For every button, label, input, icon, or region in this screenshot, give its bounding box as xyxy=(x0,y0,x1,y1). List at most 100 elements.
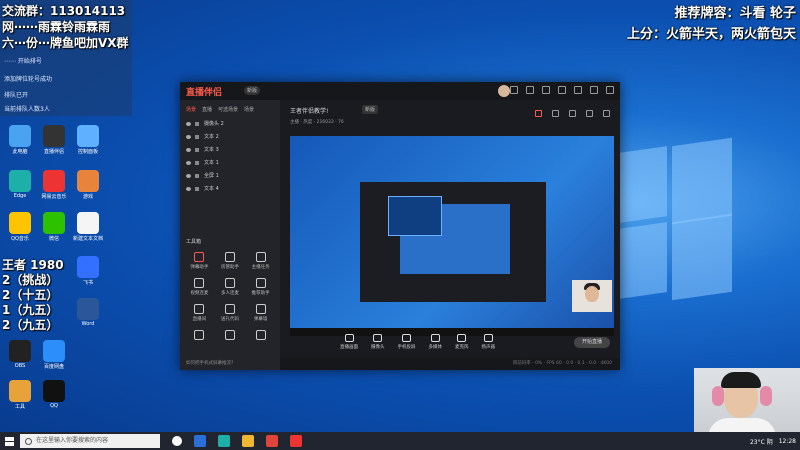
desktop-icon[interactable]: Word xyxy=(70,298,106,327)
scene-item[interactable]: 文本 2 xyxy=(180,130,280,143)
bag-icon[interactable] xyxy=(569,110,576,117)
tab-scene[interactable]: 场景 xyxy=(186,106,196,113)
cortana-icon[interactable] xyxy=(172,436,182,446)
source-control-label: 摄像头 xyxy=(371,345,385,350)
desktop-icon[interactable]: 此电脑 xyxy=(2,125,38,155)
tool-button[interactable]: 房管助手 xyxy=(215,252,246,270)
eye-icon[interactable] xyxy=(186,173,191,178)
desktop-icon[interactable]: 百度网盘 xyxy=(36,340,72,370)
desktop-icon[interactable]: 微信 xyxy=(36,212,72,242)
version-badge[interactable]: 新版 xyxy=(244,86,261,95)
scene-item[interactable]: 全屏 1 xyxy=(180,169,280,182)
lock-icon[interactable] xyxy=(195,160,199,165)
lock-icon[interactable] xyxy=(195,186,199,191)
lock-icon[interactable] xyxy=(195,121,199,126)
start-button[interactable] xyxy=(0,432,18,450)
tool-button[interactable]: 弹幕助手 xyxy=(184,252,215,270)
app-icon xyxy=(77,170,99,192)
start-live-button[interactable]: 开始直播 xyxy=(574,337,610,348)
live-streaming-app-window: 直播伴侣 新版 场景 直播 可选场景 场景 摄像头 2 文本 2 文本 3 文本 1 全… xyxy=(180,82,620,370)
lock-icon[interactable] xyxy=(195,173,199,178)
stream-overlay-top-right: 推荐牌容：斗看 轮子 上分：火箭半天，两火箭包天 xyxy=(627,2,796,42)
explorer-icon[interactable] xyxy=(242,435,254,447)
eye-icon[interactable] xyxy=(186,147,191,152)
sidebar: 场景 直播 可选场景 场景 摄像头 2 文本 2 文本 3 文本 1 全屏 1 文本 4 … xyxy=(180,100,280,370)
message-icon[interactable] xyxy=(526,86,534,94)
source-control-label: 多媒体 xyxy=(428,345,443,350)
tool-button[interactable]: 推荐助手 xyxy=(245,278,276,296)
task-view-icon[interactable] xyxy=(194,435,206,447)
tab-live[interactable]: 直播 xyxy=(202,106,212,113)
stream-title[interactable]: 王者伴侣教学! xyxy=(290,106,328,115)
scene-item[interactable]: 文本 1 xyxy=(180,156,280,169)
tab-scene-2[interactable]: 场景 xyxy=(244,106,254,113)
eye-icon[interactable] xyxy=(186,134,191,139)
source-control-button[interactable]: 摄像头 xyxy=(371,334,385,350)
close-icon[interactable] xyxy=(606,86,614,94)
taskbar-search[interactable]: 在这里输入你要搜索的内容 xyxy=(20,434,160,448)
tool-button[interactable]: 视频连麦 xyxy=(184,278,215,296)
settings-icon[interactable] xyxy=(542,86,550,94)
avatar[interactable] xyxy=(498,85,510,97)
app-icon xyxy=(43,170,65,192)
mail-icon[interactable] xyxy=(510,86,518,94)
scene-item[interactable]: 摄像头 2 xyxy=(180,117,280,130)
tool-button[interactable]: 送礼代码 xyxy=(215,304,246,322)
desktop-icon[interactable]: 新建文本文档 xyxy=(70,212,106,242)
footer-note[interactable]: 如何把手机式屏幕推流? xyxy=(186,360,233,366)
tool-label: 房管助手 xyxy=(220,265,239,270)
source-control-button[interactable]: 多媒体 xyxy=(428,334,443,350)
bell-icon[interactable] xyxy=(586,110,593,117)
desktop-icon[interactable]: 控制面板 xyxy=(70,125,106,155)
share-icon[interactable] xyxy=(603,110,610,117)
lock-icon[interactable] xyxy=(195,134,199,139)
app-icon xyxy=(43,212,65,234)
desktop-icon[interactable]: OBS xyxy=(2,340,38,369)
weather-text[interactable]: 23°C 阴 xyxy=(750,437,773,446)
eye-icon[interactable] xyxy=(186,186,191,191)
desktop-icon[interactable]: 网易云音乐 xyxy=(36,170,72,200)
tool-button[interactable] xyxy=(245,330,276,342)
desktop-icon[interactable]: Edge xyxy=(2,170,38,199)
desktop-icon-label: 直播伴侣 xyxy=(43,149,64,155)
scene-item[interactable]: 文本 3 xyxy=(180,143,280,156)
netease-music-icon[interactable] xyxy=(290,435,302,447)
skin-icon[interactable] xyxy=(558,86,566,94)
tool-button[interactable]: 直播间 xyxy=(184,304,215,322)
stream-tag[interactable]: 新版 xyxy=(362,105,379,114)
tool-grid: 弹幕助手 房管助手 主播任务视频连麦 多人连麦 推荐助手直播间 送礼代码 弹幕墙 xyxy=(184,252,276,342)
grid-icon[interactable] xyxy=(552,110,559,117)
stat-line: 2（九五） xyxy=(2,318,59,332)
stat-line: 2（挑战） xyxy=(2,273,59,287)
edge-icon[interactable] xyxy=(218,435,230,447)
source-control-button[interactable]: 直播画面 xyxy=(340,334,358,350)
desktop-icon-label: 游戏 xyxy=(82,194,93,200)
desktop-icon-label: QQ xyxy=(50,403,58,409)
tool-button[interactable]: 多人连麦 xyxy=(215,278,246,296)
source-control-button[interactable]: 扬声器 xyxy=(482,334,495,350)
eye-icon[interactable] xyxy=(186,160,191,165)
tool-button[interactable]: 主播任务 xyxy=(245,252,276,270)
source-control-button[interactable]: 麦克风 xyxy=(455,334,469,350)
tool-button[interactable] xyxy=(215,330,246,342)
clock-text[interactable]: 12:28 xyxy=(779,438,796,445)
desktop-icon[interactable]: QQ音乐 xyxy=(2,212,38,242)
lock-icon[interactable] xyxy=(195,147,199,152)
desktop-icon-label: QQ音乐 xyxy=(11,236,29,242)
tool-button[interactable]: 弹幕墙 xyxy=(245,304,276,322)
streaming-app-icon[interactable] xyxy=(266,435,278,447)
desktop-icon[interactable]: 飞书 xyxy=(70,256,106,286)
source-control-button[interactable]: 手机投屏 xyxy=(398,334,416,350)
tool-button[interactable] xyxy=(184,330,215,342)
desktop-icon[interactable]: 工具 xyxy=(2,380,38,410)
stream-preview[interactable] xyxy=(290,136,614,336)
maximize-icon[interactable] xyxy=(590,86,598,94)
gift-icon[interactable] xyxy=(535,110,542,117)
scene-item[interactable]: 文本 4 xyxy=(180,182,280,195)
minimize-icon[interactable] xyxy=(574,86,582,94)
desktop-icon[interactable]: 直播伴侣 xyxy=(36,125,72,155)
desktop-icon[interactable]: QQ xyxy=(36,380,72,409)
tab-optional-scene[interactable]: 可选场景 xyxy=(218,106,238,113)
eye-icon[interactable] xyxy=(186,121,191,126)
desktop-icon[interactable]: 游戏 xyxy=(70,170,106,200)
